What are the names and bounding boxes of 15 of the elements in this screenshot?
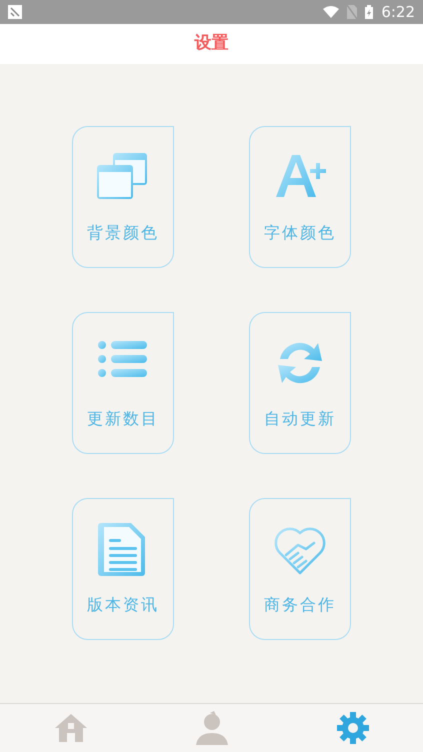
battery-icon (365, 5, 374, 19)
settings-icon (336, 711, 370, 745)
no-sim-icon (347, 5, 358, 19)
notification-icon (8, 5, 22, 19)
person-icon (194, 711, 230, 745)
wifi-icon (323, 6, 340, 18)
settings-tile[interactable]: 更新数目 (72, 312, 174, 454)
settings-tile[interactable]: 背景颜色 (72, 126, 174, 268)
settings-tile[interactable]: 字体颜色 (249, 126, 351, 268)
status-time: 6:22 (381, 2, 415, 23)
settings-tile[interactable]: 版本资讯 (72, 498, 174, 640)
settings-tile[interactable]: 商务合作 (249, 498, 351, 640)
home-icon (52, 712, 88, 744)
page-title: 设置 (194, 32, 228, 56)
settings-tile[interactable]: 自动更新 (249, 312, 351, 454)
